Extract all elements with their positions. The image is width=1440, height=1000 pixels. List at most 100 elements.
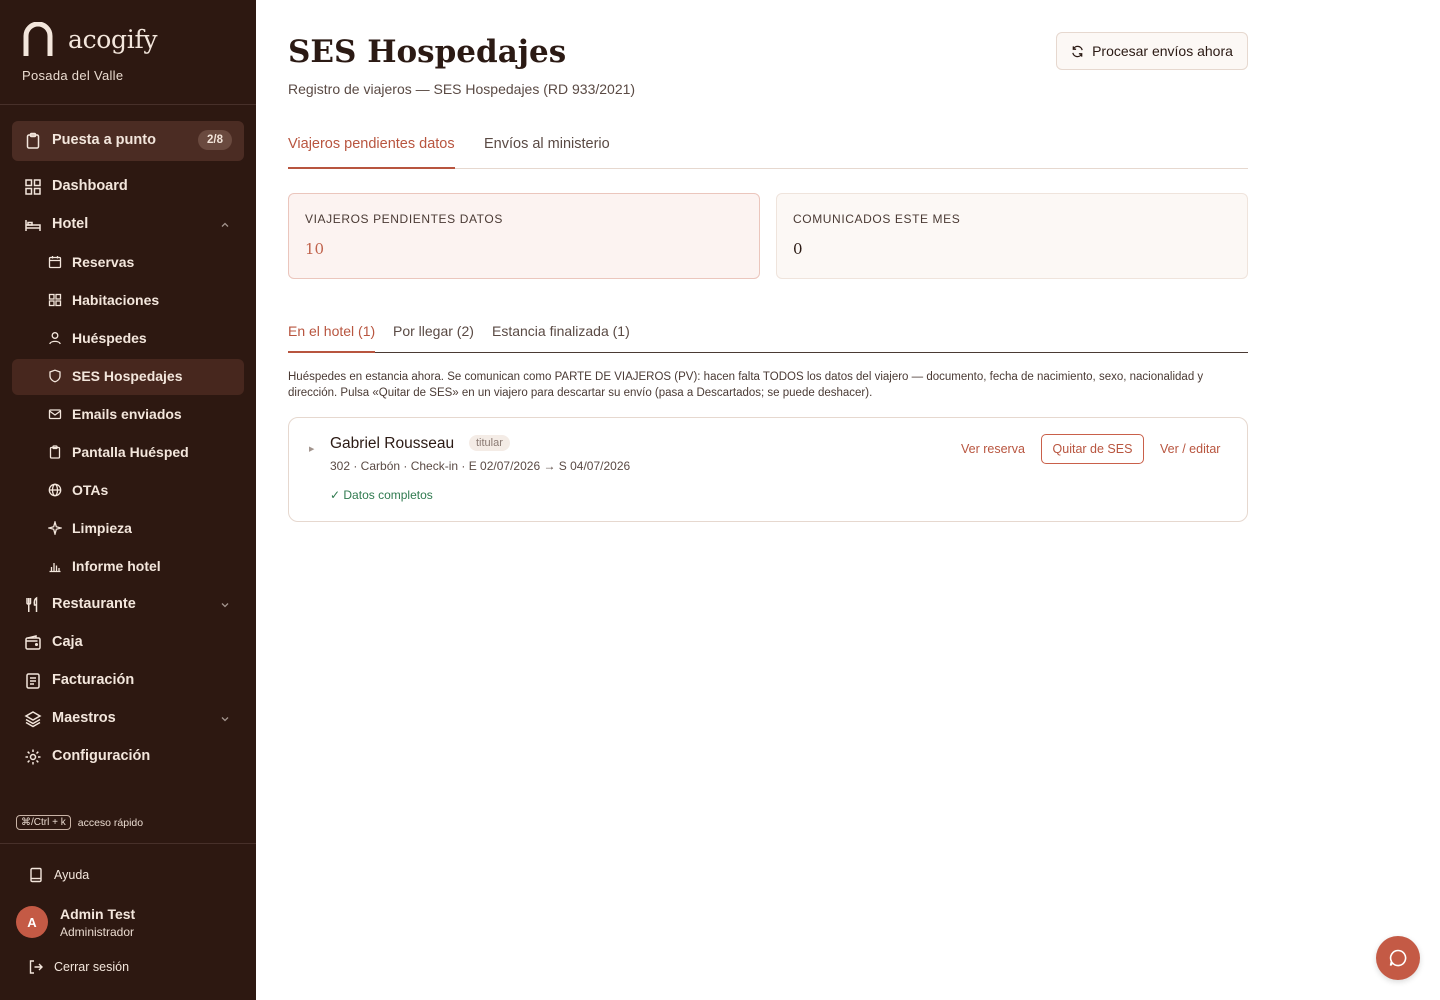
layers-icon [24, 711, 42, 728]
logout-link[interactable]: Cerrar sesión [28, 959, 129, 975]
invoice-icon [26, 673, 40, 689]
setup-progress-item[interactable]: Puesta a punto 2/8 [12, 121, 244, 161]
sidebar: acogify Posada del Valle Puesta a punto … [0, 0, 256, 1000]
sidebar-item-dashboard[interactable]: Dashboard [12, 169, 244, 205]
remove-from-ses-button[interactable]: Quitar de SES [1041, 434, 1144, 464]
globe-icon [48, 483, 62, 497]
sidebar-item-label: Informe hotel [72, 558, 161, 574]
sidebar-item-label: Pantalla Huésped [72, 444, 189, 460]
grid-icon [25, 179, 41, 195]
help-label: Ayuda [54, 868, 90, 882]
sidebar-item-label: Limpieza [72, 520, 132, 536]
view-booking-link[interactable]: Ver reserva [961, 442, 1025, 456]
sidebar-item-maestros[interactable]: Maestros [12, 701, 244, 737]
stay-subtabs: En el hotel (1) Por llegar (2) Estancia … [288, 323, 1248, 353]
user-role: Administrador [60, 925, 135, 939]
sidebar-item-label: Reservas [72, 254, 135, 270]
logo-arch-icon [23, 22, 53, 56]
sidebar-item-hotel[interactable]: Hotel [12, 207, 244, 243]
sidebar-item-reservas[interactable]: Reservas [12, 245, 244, 281]
sidebar-item-caja[interactable]: Caja [12, 625, 244, 661]
setup-label: Puesta a punto [52, 132, 156, 148]
user-name: Admin Test [60, 906, 136, 922]
tab-ministry-submissions[interactable]: Envíos al ministerio [484, 136, 610, 164]
shortcut-key: ⌘/Ctrl + k [16, 815, 71, 830]
stat-label: COMUNICADOS ESTE MES [793, 212, 961, 226]
subtab-in-hotel[interactable]: En el hotel (1) [288, 323, 376, 353]
setup-progress-badge: 2/8 [198, 130, 232, 150]
guest-stay-details: 302 · Carbón · Check-in · E 02/07/2026 →… [330, 459, 631, 473]
user-icon [49, 332, 61, 345]
mail-icon [48, 409, 62, 420]
main-tabs: Viajeros pendientes datos Envíos al mini… [288, 136, 1248, 169]
sidebar-item-label: Caja [52, 634, 83, 650]
sidebar-item-label: Emails enviados [72, 406, 182, 422]
sidebar-item-label: Hotel [52, 216, 89, 232]
view-edit-link[interactable]: Ver / editar [1160, 442, 1220, 456]
process-submissions-button[interactable]: Procesar envíos ahora [1056, 32, 1248, 70]
guest-role-badge: titular [469, 435, 510, 451]
sidebar-item-emails[interactable]: Emails enviados [12, 397, 244, 433]
book-icon [30, 867, 42, 883]
help-link[interactable]: Ayuda [28, 867, 89, 883]
guest-name: Gabriel Rousseau [330, 435, 455, 452]
sidebar-item-configuracion[interactable]: Configuración [12, 739, 244, 775]
sidebar-item-informe-hotel[interactable]: Informe hotel [12, 549, 244, 585]
divider [0, 843, 256, 844]
sidebar-item-label: SES Hospedajes [72, 368, 183, 384]
chat-button[interactable] [1376, 936, 1420, 980]
subtab-arriving[interactable]: Por llegar (2) [393, 323, 474, 350]
logout-label: Cerrar sesión [54, 960, 130, 974]
sidebar-item-label: Habitaciones [72, 292, 160, 308]
stat-value: 10 [305, 240, 325, 258]
info-text: Huéspedes en estancia ahora. Se comunica… [288, 371, 1204, 399]
sidebar-item-limpieza[interactable]: Limpieza [12, 511, 244, 547]
expand-toggle-icon[interactable]: ▶ [309, 445, 314, 453]
brand-name: acogify [68, 24, 158, 54]
process-button-label: Procesar envíos ahora [1092, 43, 1233, 59]
data-status: ✓ Datos completos [330, 488, 433, 502]
chevron-down-icon [221, 717, 229, 722]
page-subtitle: Registro de viajeros — SES Hospedajes (R… [288, 81, 636, 97]
divider [0, 104, 256, 105]
sidebar-item-label: Dashboard [52, 178, 128, 194]
stat-card-pending: VIAJEROS PENDIENTES DATOS 10 [288, 193, 760, 279]
clipboard-icon [49, 445, 61, 459]
gear-icon [25, 749, 41, 765]
property-name: Posada del Valle [22, 68, 124, 83]
refresh-icon [1072, 45, 1083, 57]
sidebar-item-label: Maestros [52, 710, 116, 726]
avatar[interactable]: A [16, 906, 48, 938]
shield-icon [49, 369, 61, 383]
stat-value: 0 [793, 240, 803, 258]
sidebar-item-label: Huéspedes [72, 330, 147, 346]
utensils-icon [26, 596, 38, 612]
grid-icon [48, 293, 62, 307]
sidebar-item-label: Facturación [52, 672, 135, 688]
tab-pending-data[interactable]: Viajeros pendientes datos [288, 136, 455, 169]
quick-access-hint[interactable]: ⌘/Ctrl + k acceso rápido [16, 815, 143, 830]
wallet-icon [25, 635, 41, 650]
bar-chart-icon [49, 563, 61, 573]
sidebar-item-pantalla-huesped[interactable]: Pantalla Huésped [12, 435, 244, 471]
sidebar-item-label: Restaurante [52, 596, 136, 612]
sidebar-item-habitaciones[interactable]: Habitaciones [12, 283, 244, 319]
sidebar-item-label: OTAs [72, 482, 109, 498]
quick-access-label: acceso rápido [77, 816, 144, 829]
bed-icon [25, 220, 41, 231]
subtab-finished[interactable]: Estancia finalizada (1) [492, 323, 630, 350]
stat-card-month: COMUNICADOS ESTE MES 0 [776, 193, 1248, 279]
stat-label: VIAJEROS PENDIENTES DATOS [305, 212, 503, 226]
clipboard-icon [26, 132, 40, 149]
brand-logo[interactable]: acogify [22, 22, 158, 56]
chevron-up-icon [221, 222, 229, 227]
calendar-icon [48, 256, 62, 269]
page-title: SES Hospedajes [288, 34, 567, 70]
sidebar-item-otas[interactable]: OTAs [12, 473, 244, 509]
sidebar-item-facturacion[interactable]: Facturación [12, 663, 244, 699]
chevron-down-icon [221, 603, 229, 608]
sidebar-item-ses-hospedajes[interactable]: SES Hospedajes [12, 359, 244, 395]
sparkle-icon [48, 521, 62, 535]
sidebar-item-huespedes[interactable]: Huéspedes [12, 321, 244, 357]
sidebar-item-restaurante[interactable]: Restaurante [12, 587, 244, 623]
